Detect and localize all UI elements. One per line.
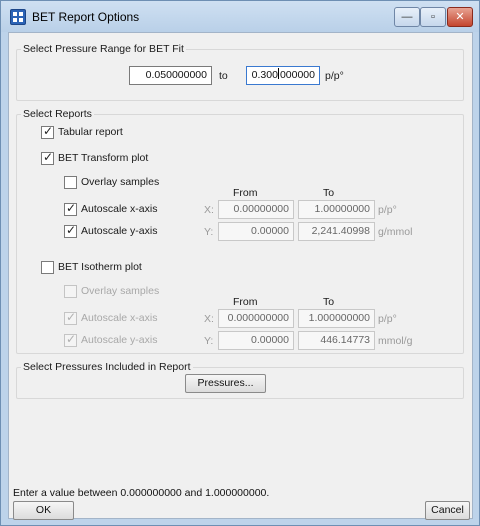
transform-autoscale-y-checkbox[interactable]: ✓ xyxy=(64,223,77,238)
minimize-button[interactable]: — xyxy=(394,7,420,27)
transform-x-axis-label: X: xyxy=(204,204,214,216)
check-icon: ✓ xyxy=(43,124,54,138)
check-icon: ✓ xyxy=(43,150,54,164)
isotherm-x-axis-label: X: xyxy=(204,313,214,325)
isotherm-x-to-input[interactable]: 1.000000000 xyxy=(298,309,375,328)
ok-button[interactable]: OK xyxy=(13,501,74,520)
title-bar[interactable]: BET Report Options — ▫ ✕ xyxy=(1,1,479,32)
status-message: Enter a value between 0.000000000 and 1.… xyxy=(13,487,270,499)
check-icon: ✓ xyxy=(66,201,77,215)
maximize-button[interactable]: ▫ xyxy=(420,7,446,27)
isotherm-overlay-checkbox[interactable] xyxy=(64,285,77,298)
isotherm-plot-label: BET Isotherm plot xyxy=(58,261,142,273)
isotherm-y-from-input[interactable]: 0.00000 xyxy=(218,331,294,350)
cancel-button[interactable]: Cancel xyxy=(425,501,470,520)
transform-from-header: From xyxy=(233,187,258,199)
pressure-to-value-end: 000000 xyxy=(279,69,315,81)
pressure-to-input[interactable]: 0.300 000000 xyxy=(246,66,320,85)
check-icon: ✓ xyxy=(66,310,77,324)
transform-autoscale-x-label: Autoscale x-axis xyxy=(81,203,158,215)
transform-y-axis-label: Y: xyxy=(204,226,214,238)
isotherm-x-from-input[interactable]: 0.000000000 xyxy=(218,309,294,328)
pressures-group-label: Select Pressures Included in Report xyxy=(21,361,193,373)
transform-x-to-input[interactable]: 1.00000000 xyxy=(298,200,375,219)
transform-plot-label: BET Transform plot xyxy=(58,152,149,164)
transform-y-from-input[interactable]: 0.00000 xyxy=(218,222,294,241)
app-icon xyxy=(10,9,26,25)
transform-to-header: To xyxy=(323,187,335,199)
isotherm-autoscale-x-checkbox[interactable]: ✓ xyxy=(64,310,77,325)
reports-group: Select Reports ✓ Tabular report ✓ BET Tr… xyxy=(16,108,464,354)
close-button[interactable]: ✕ xyxy=(447,7,473,27)
transform-autoscale-y-label: Autoscale y-axis xyxy=(81,225,158,237)
to-label: to xyxy=(219,70,228,82)
isotherm-autoscale-x-label: Autoscale x-axis xyxy=(81,312,158,324)
isotherm-overlay-label: Overlay samples xyxy=(81,285,160,297)
isotherm-y-to-input[interactable]: 446.14773 xyxy=(298,331,375,350)
transform-y-to-input[interactable]: 2,241.40998 xyxy=(298,222,375,241)
check-icon: ✓ xyxy=(66,332,77,346)
isotherm-plot-checkbox[interactable] xyxy=(41,261,54,274)
dialog-window: BET Report Options — ▫ ✕ Select Pressure… xyxy=(0,0,480,526)
transform-x-unit: p/p° xyxy=(378,204,397,216)
reports-group-label: Select Reports xyxy=(21,108,94,120)
isotherm-to-header: To xyxy=(323,296,335,308)
isotherm-y-unit: mmol/g xyxy=(378,335,413,347)
transform-y-unit: g/mmol xyxy=(378,226,413,238)
pressure-range-group: Select Pressure Range for BET Fit 0.0500… xyxy=(16,43,464,101)
check-icon: ✓ xyxy=(66,223,77,237)
pressure-range-group-label: Select Pressure Range for BET Fit xyxy=(21,43,186,55)
isotherm-autoscale-y-label: Autoscale y-axis xyxy=(81,334,158,346)
transform-plot-checkbox[interactable]: ✓ xyxy=(41,150,54,165)
pressure-unit: p/p° xyxy=(325,70,344,82)
isotherm-y-axis-label: Y: xyxy=(204,335,214,347)
pressures-button[interactable]: Pressures... xyxy=(185,374,266,393)
transform-autoscale-x-checkbox[interactable]: ✓ xyxy=(64,201,77,216)
transform-overlay-checkbox[interactable] xyxy=(64,176,77,189)
tabular-report-checkbox[interactable]: ✓ xyxy=(41,124,54,139)
transform-x-from-input[interactable]: 0.00000000 xyxy=(218,200,294,219)
window-title: BET Report Options xyxy=(32,10,140,24)
dialog-body: Select Pressure Range for BET Fit 0.0500… xyxy=(8,32,473,520)
isotherm-from-header: From xyxy=(233,296,258,308)
pressure-to-value-start: 0.300 xyxy=(251,69,278,81)
transform-overlay-label: Overlay samples xyxy=(81,176,160,188)
pressure-from-input[interactable]: 0.050000000 xyxy=(129,66,212,85)
isotherm-autoscale-y-checkbox[interactable]: ✓ xyxy=(64,332,77,347)
tabular-report-label: Tabular report xyxy=(58,126,123,138)
pressures-group: Select Pressures Included in Report Pres… xyxy=(16,361,464,399)
isotherm-x-unit: p/p° xyxy=(378,313,397,325)
